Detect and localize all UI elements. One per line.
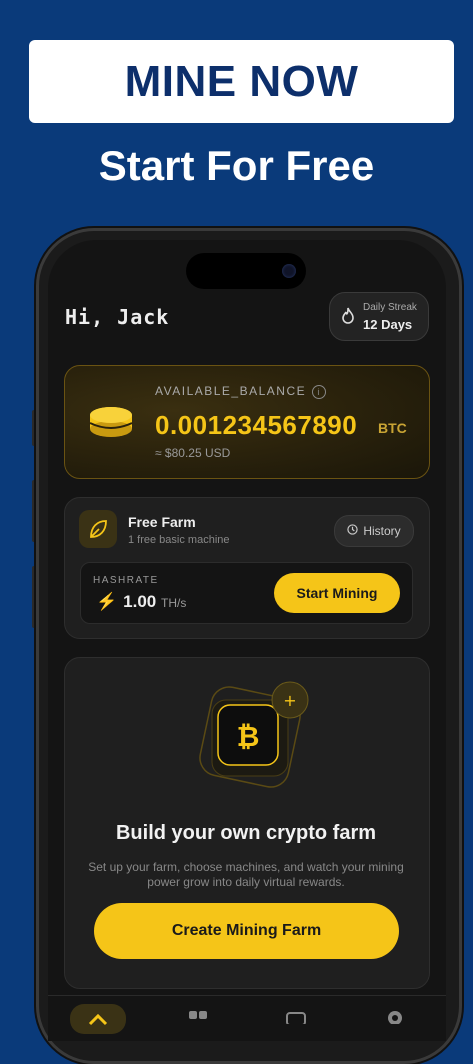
bitcoin-chip-icon: ₿ +	[190, 680, 320, 790]
coin-icon	[88, 405, 134, 439]
settings-icon[interactable]	[385, 1008, 405, 1029]
daily-streak-badge[interactable]: Daily Streak 12 Days	[329, 292, 429, 341]
history-button[interactable]: History	[334, 515, 414, 547]
balance-label-row: AVAILABLE_BALANCE i	[155, 384, 327, 399]
leaf-icon	[79, 510, 117, 548]
promo-banner[interactable]: MINE NOW	[29, 40, 454, 123]
create-mining-farm-button[interactable]: Create Mining Farm	[94, 903, 399, 959]
banner-subtitle: Start For Free	[98, 142, 375, 189]
streak-value: 12 Days	[363, 317, 413, 332]
bolt-icon: ⚡	[96, 592, 118, 611]
tab-home[interactable]	[70, 1004, 126, 1034]
banner-title: MINE NOW	[124, 56, 359, 106]
hashrate-value: 1.00	[123, 592, 157, 611]
hashrate-label: HASHRATE	[93, 575, 159, 586]
hashrate-readout: ⚡ 1.00 TH/s	[96, 592, 186, 612]
history-label: History	[363, 524, 401, 538]
balance-unit: BTC	[378, 420, 407, 436]
build-description: Set up your farm, choose machines, and w…	[88, 860, 404, 889]
svg-text:+: +	[283, 691, 296, 710]
streak-label: Daily Streak	[363, 302, 417, 313]
balance-label: AVAILABLE_BALANCE	[155, 384, 307, 398]
camera-icon	[282, 264, 296, 278]
home-icon	[88, 1013, 108, 1026]
bitcoin-glyph: ₿	[237, 720, 260, 753]
build-title: Build your own crypto farm	[115, 822, 377, 844]
info-icon[interactable]: i	[312, 384, 327, 399]
balance-usd: ≈ $80.25 USD	[155, 446, 231, 460]
flame-icon	[340, 307, 358, 325]
greeting: Hi, Jack	[65, 305, 170, 329]
clock-icon	[347, 524, 359, 538]
hashrate-unit: TH/s	[161, 596, 187, 610]
farm-subtitle: 1 free basic machine	[128, 534, 230, 546]
start-mining-button[interactable]: Start Mining	[274, 573, 400, 613]
balance-value: 0.001234567890	[155, 410, 358, 440]
grid-icon[interactable]	[188, 1010, 208, 1029]
wallet-icon[interactable]	[286, 1010, 306, 1029]
farm-title: Free Farm	[128, 514, 196, 530]
